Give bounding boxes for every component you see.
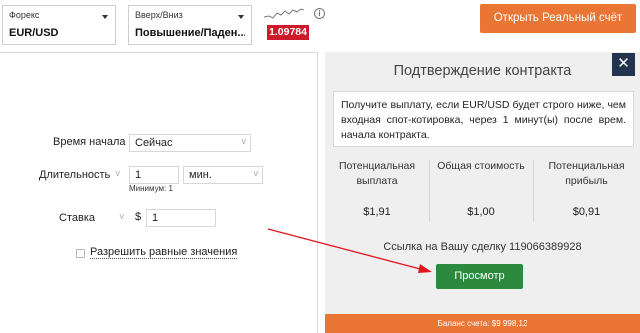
- duration-value: 1: [135, 169, 142, 181]
- stake-value: 1: [152, 212, 159, 224]
- chevron-down-icon: v: [253, 168, 259, 178]
- potential-profit: Потенциальная прибыль $0,91: [533, 157, 640, 225]
- chevron-down-icon: [238, 15, 244, 19]
- duration-unit-value: мин.: [189, 169, 212, 181]
- metric-value: $1,00: [467, 206, 495, 218]
- metric-value: $1,91: [363, 206, 391, 218]
- chevron-down-icon: v: [241, 136, 247, 146]
- market-dropdown-value: EUR/USD: [9, 27, 59, 39]
- confirmation-title: Подтверждение контракта: [393, 63, 572, 79]
- divider: [533, 160, 534, 222]
- duration-minimum-hint: Минимум: 1: [129, 184, 173, 193]
- contract-type-value: Повышение/Паден...: [135, 27, 245, 39]
- metric-label: Потенциальная прибыль: [548, 160, 625, 187]
- metric-label: Общая стоимость: [437, 160, 525, 172]
- top-bar: Форекс EUR/USD Вверх/Вниз Повышение/Паде…: [0, 0, 640, 50]
- total-cost: Общая стоимость $1,00: [429, 157, 533, 225]
- contract-type-label: Вверх/Вниз: [135, 10, 183, 20]
- spot-price-badge: 1.09784: [267, 25, 309, 40]
- start-time-value: Сейчас: [135, 137, 173, 149]
- chevron-down-icon: [102, 15, 108, 19]
- contract-confirmation-panel: Подтверждение контракта ✕ Получите выпла…: [325, 52, 640, 333]
- allow-equals-label[interactable]: Разрешить равные значения: [90, 246, 238, 259]
- view-button[interactable]: Просмотр: [436, 264, 523, 289]
- chevron-down-icon: v: [119, 211, 125, 221]
- potential-payout: Потенциальная выплата $1,91: [325, 157, 429, 225]
- start-time-label: Время начала: [53, 136, 126, 148]
- currency-symbol: $: [135, 211, 142, 223]
- divider: [429, 160, 430, 222]
- market-dropdown-label: Форекс: [9, 10, 40, 20]
- info-icon[interactable]: i: [314, 8, 325, 19]
- contract-type-dropdown[interactable]: Вверх/Вниз Повышение/Паден...: [128, 5, 252, 45]
- duration-type-label: Длительность: [39, 169, 111, 181]
- duration-unit-select[interactable]: мин. v: [183, 166, 263, 184]
- close-icon[interactable]: ✕: [612, 53, 635, 76]
- chevron-down-icon: v: [115, 168, 121, 178]
- open-real-account-button[interactable]: Открыть Реальный счёт: [480, 4, 636, 33]
- price-sparkline: [264, 8, 304, 19]
- trade-reference: Ссылка на Вашу сделку 119066389928: [383, 241, 582, 253]
- stake-input[interactable]: 1: [146, 209, 216, 227]
- allow-equals-checkbox[interactable]: [76, 249, 85, 258]
- stake-type-select[interactable]: Ставка v: [53, 209, 129, 227]
- stake-type-label: Ставка: [59, 212, 95, 224]
- market-dropdown[interactable]: Форекс EUR/USD: [2, 5, 116, 45]
- start-time-select[interactable]: Сейчас v: [129, 134, 251, 152]
- contract-notice: Получите выплату, если EUR/USD будет стр…: [333, 91, 634, 147]
- account-balance: Баланс счета: $9 998,12: [325, 314, 640, 333]
- metric-label: Потенциальная выплата: [338, 160, 416, 187]
- duration-type-select[interactable]: Длительность v: [33, 166, 125, 184]
- contract-metrics: Потенциальная выплата $1,91 Общая стоимо…: [325, 157, 640, 225]
- metric-value: $0,91: [572, 206, 601, 218]
- duration-input[interactable]: 1: [129, 166, 179, 184]
